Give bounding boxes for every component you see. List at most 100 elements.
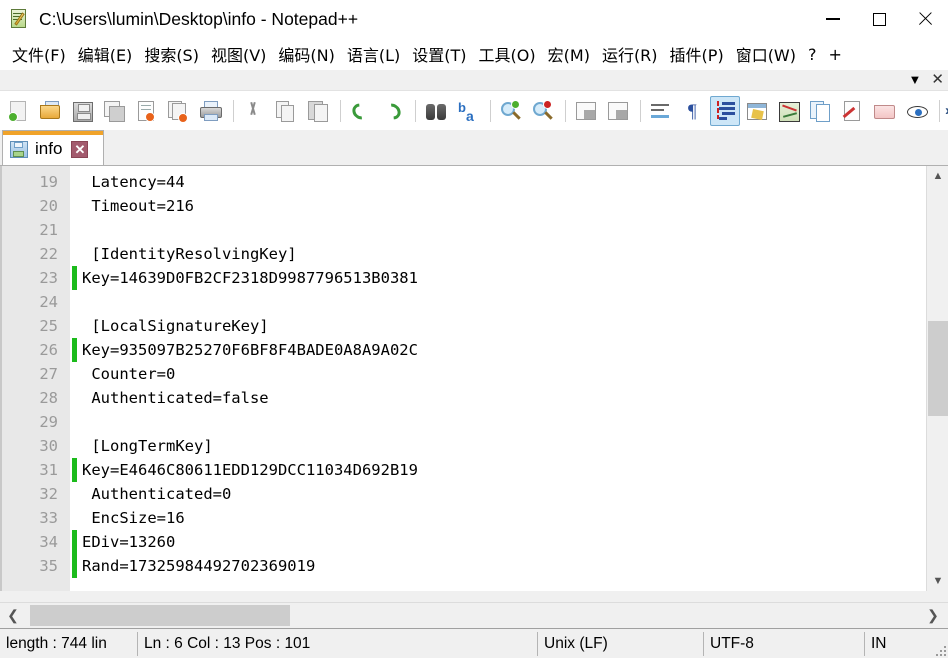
editor-line[interactable]: 26Key=935097B25270F6BF8F4BADE0A8A9A02C	[0, 338, 948, 362]
menu-item-window[interactable]: 窗口(W)	[730, 39, 802, 69]
zoom-out-icon[interactable]	[528, 96, 558, 126]
editor-line[interactable]: 23Key=14639D0FB2CF2318D9987796513B0381	[0, 266, 948, 290]
menu-item-plugins[interactable]: 插件(P)	[664, 39, 730, 69]
editor-area[interactable]: 19 Latency=4420 Timeout=2162122 [Identit…	[0, 166, 948, 591]
indent-guide-icon[interactable]	[710, 96, 740, 126]
editor-line[interactable]: 27 Counter=0	[0, 362, 948, 386]
open-file-icon[interactable]	[36, 96, 66, 126]
editor-line[interactable]: 22 [IdentityResolvingKey]	[0, 242, 948, 266]
cut-icon[interactable]	[239, 96, 269, 126]
line-number: 28	[0, 386, 58, 410]
menu-item-settings[interactable]: 设置(T)	[406, 39, 472, 69]
close-file-icon[interactable]	[132, 96, 162, 126]
monitoring-icon[interactable]	[902, 96, 932, 126]
horizontal-scrollbar[interactable]: ❮ ❯	[0, 602, 948, 628]
sync-horizontal-icon[interactable]	[603, 96, 633, 126]
editor-line[interactable]: 24	[0, 290, 948, 314]
line-text: [LongTermKey]	[82, 434, 213, 458]
line-text: Counter=0	[82, 362, 175, 386]
line-text: Key=E4646C80611EDD129DCC11034D692B19	[82, 458, 418, 482]
tab-close-icon[interactable]: ✕	[71, 141, 88, 158]
scroll-left-icon[interactable]: ❮	[2, 603, 24, 628]
menu-item-file[interactable]: 文件(F)	[6, 39, 72, 69]
menu-item-search[interactable]: 搜索(S)	[138, 39, 205, 69]
menu-item-macro[interactable]: 宏(M)	[542, 39, 596, 69]
save-all-icon[interactable]	[100, 96, 130, 126]
scroll-up-icon[interactable]: ▲	[927, 166, 948, 186]
editor-line[interactable]: 28 Authenticated=false	[0, 386, 948, 410]
editor-line[interactable]: 21	[0, 218, 948, 242]
user-defined-dialog-icon[interactable]	[742, 96, 772, 126]
close-button[interactable]	[902, 0, 948, 38]
resize-grip-icon[interactable]	[934, 644, 946, 656]
menu-item-run[interactable]: 运行(R)	[596, 39, 664, 69]
save-icon[interactable]	[68, 96, 98, 126]
line-number: 27	[0, 362, 58, 386]
copy-icon[interactable]	[271, 96, 301, 126]
menu-item-help[interactable]: ?	[802, 42, 823, 67]
maximize-icon	[873, 13, 886, 26]
editor-line[interactable]: 20 Timeout=216	[0, 194, 948, 218]
chevron-down-icon[interactable]: ▼	[909, 73, 922, 86]
undo-icon[interactable]	[346, 96, 376, 126]
zoom-in-icon[interactable]	[496, 96, 526, 126]
maximize-button[interactable]	[856, 0, 902, 38]
editor-line[interactable]: 29	[0, 410, 948, 434]
editor-line[interactable]: 32 Authenticated=0	[0, 482, 948, 506]
line-text: EDiv=13260	[82, 530, 175, 554]
tab-info[interactable]: info ✕	[2, 130, 104, 165]
scroll-right-icon[interactable]: ❯	[922, 603, 944, 628]
editor-line[interactable]: 31Key=E4646C80611EDD129DCC11034D692B19	[0, 458, 948, 482]
vertical-scrollbar[interactable]: ▲ ▼	[926, 166, 948, 591]
close-panel-icon[interactable]: ✕	[931, 72, 944, 87]
vertical-scrollbar-thumb[interactable]	[928, 321, 948, 416]
change-marker	[72, 266, 77, 290]
editor-line[interactable]: 34 EDiv=13260	[0, 530, 948, 554]
menu-item-tools[interactable]: 工具(O)	[473, 39, 542, 69]
show-document-map-icon[interactable]	[774, 96, 804, 126]
editor-line[interactable]: 35Rand=17325984492702369019	[0, 554, 948, 578]
menu-item-plus[interactable]: +	[823, 42, 848, 67]
status-insert-mode[interactable]: IN	[865, 629, 945, 658]
toolbar-divider	[939, 100, 940, 122]
line-text: Authenticated=false	[82, 386, 269, 410]
editor-line[interactable]: 19 Latency=44	[0, 170, 948, 194]
editor-line[interactable]: 25 [LocalSignatureKey]	[0, 314, 948, 338]
replace-icon[interactable]: b a	[453, 96, 483, 126]
toolbar-divider	[565, 100, 566, 122]
title-bar: C:\Users\lumin\Desktop\info - Notepad++	[0, 0, 948, 38]
line-number: 34	[0, 530, 58, 554]
change-marker	[72, 458, 77, 482]
editor-line[interactable]: 30 [LongTermKey]	[0, 434, 948, 458]
menu-item-encoding[interactable]: 编码(N)	[272, 39, 340, 69]
find-icon[interactable]	[421, 96, 451, 126]
document-list-icon[interactable]	[806, 96, 836, 126]
folder-as-workspace-icon[interactable]	[870, 96, 900, 126]
line-text: Key=935097B25270F6BF8F4BADE0A8A9A02C	[82, 338, 418, 362]
status-encoding[interactable]: UTF-8	[704, 629, 864, 658]
line-number: 25	[0, 314, 58, 338]
paste-icon[interactable]	[303, 96, 333, 126]
function-list-icon[interactable]	[838, 96, 868, 126]
menu-bar: 文件(F) 编辑(E) 搜索(S) 视图(V) 编码(N) 语言(L) 设置(T…	[0, 38, 948, 70]
status-eol[interactable]: Unix (LF)	[538, 629, 703, 658]
menu-item-view[interactable]: 视图(V)	[205, 39, 272, 69]
redo-icon[interactable]	[378, 96, 408, 126]
menu-item-language[interactable]: 语言(L)	[341, 39, 406, 69]
menu-item-edit[interactable]: 编辑(E)	[72, 39, 139, 69]
close-all-icon[interactable]	[164, 96, 194, 126]
line-text: Key=14639D0FB2CF2318D9987796513B0381	[82, 266, 418, 290]
scroll-down-icon[interactable]: ▼	[927, 571, 948, 591]
print-icon[interactable]	[196, 96, 226, 126]
toolbar-divider	[415, 100, 416, 122]
editor-line[interactable]: 33 EncSize=16	[0, 506, 948, 530]
sync-vertical-icon[interactable]	[571, 96, 601, 126]
show-all-characters-icon[interactable]: ¶	[678, 96, 708, 126]
word-wrap-icon[interactable]	[646, 96, 676, 126]
line-number: 30	[0, 434, 58, 458]
line-number: 24	[0, 290, 58, 314]
minimize-button[interactable]	[810, 0, 856, 38]
toolbar: b a ¶	[0, 91, 948, 130]
new-file-icon[interactable]	[4, 96, 34, 126]
horizontal-scrollbar-thumb[interactable]	[30, 605, 290, 626]
